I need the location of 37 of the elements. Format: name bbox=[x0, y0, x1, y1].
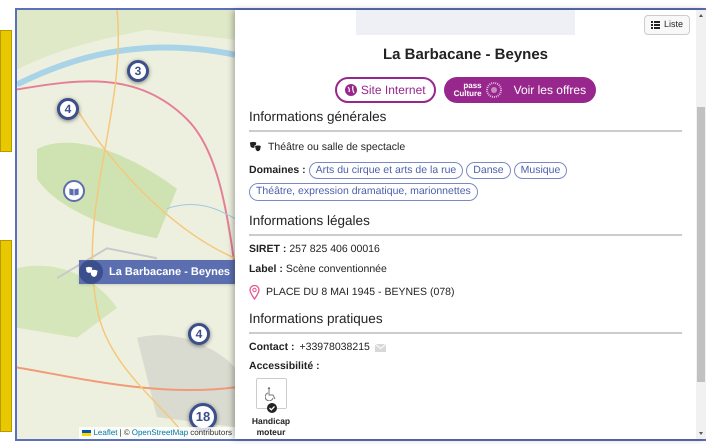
flag-icon bbox=[82, 430, 92, 436]
location-pin-icon bbox=[249, 285, 260, 300]
osm-link[interactable]: OpenStreetMap bbox=[132, 427, 188, 439]
envelope-icon bbox=[374, 344, 386, 352]
siret-label: SIRET : bbox=[249, 242, 286, 258]
accessibility-label: Accessibilité : bbox=[249, 358, 321, 374]
theater-masks-icon bbox=[249, 141, 262, 154]
tooltip-label: La Barbacane - Beynes bbox=[109, 264, 230, 280]
globe-icon bbox=[344, 84, 357, 96]
pass-culture-logo: pass Culture bbox=[454, 82, 482, 98]
address-text: PLACE DU 8 MAI 1945 - BEYNES (078) bbox=[266, 284, 454, 300]
category-text: Théâtre ou salle de spectacle bbox=[268, 140, 406, 155]
domain-tag: Musique bbox=[514, 162, 568, 180]
list-button[interactable]: Liste bbox=[644, 15, 690, 35]
offers-button[interactable]: pass Culture Voir les offres bbox=[444, 76, 596, 102]
siret-value: 257 825 406 00016 bbox=[289, 242, 380, 258]
contact-label: Contact : bbox=[249, 340, 294, 355]
book-icon bbox=[68, 186, 80, 196]
attribution-separator: | © bbox=[120, 427, 130, 439]
section-heading: Informations pratiques bbox=[249, 308, 682, 334]
theater-masks-icon bbox=[84, 266, 98, 278]
domains-label: Domaines : bbox=[249, 162, 306, 178]
wheelchair-icon bbox=[265, 386, 277, 401]
venue-title: La Barbacane - Beynes bbox=[382, 45, 550, 65]
label-label: Label : bbox=[249, 262, 283, 277]
list-icon bbox=[650, 21, 660, 29]
website-button[interactable]: Site Internet bbox=[334, 76, 436, 102]
accessibility-text: Handicap moteur bbox=[250, 416, 292, 438]
leaflet-link[interactable]: Leaflet bbox=[93, 427, 118, 439]
domain-tag: Danse bbox=[466, 162, 511, 180]
contact-phone: +33978038215 bbox=[300, 340, 370, 355]
sunburst-icon bbox=[486, 82, 502, 98]
domain-tag: Arts du cirque et arts de la rue bbox=[308, 162, 464, 180]
label-value: Scène conventionnée bbox=[286, 262, 387, 277]
section-heading: Informations générales bbox=[249, 106, 682, 132]
domain-tag: Théâtre, expression dramatique, marionnettes bbox=[249, 183, 478, 201]
section-heading: Informations légales bbox=[249, 211, 682, 236]
